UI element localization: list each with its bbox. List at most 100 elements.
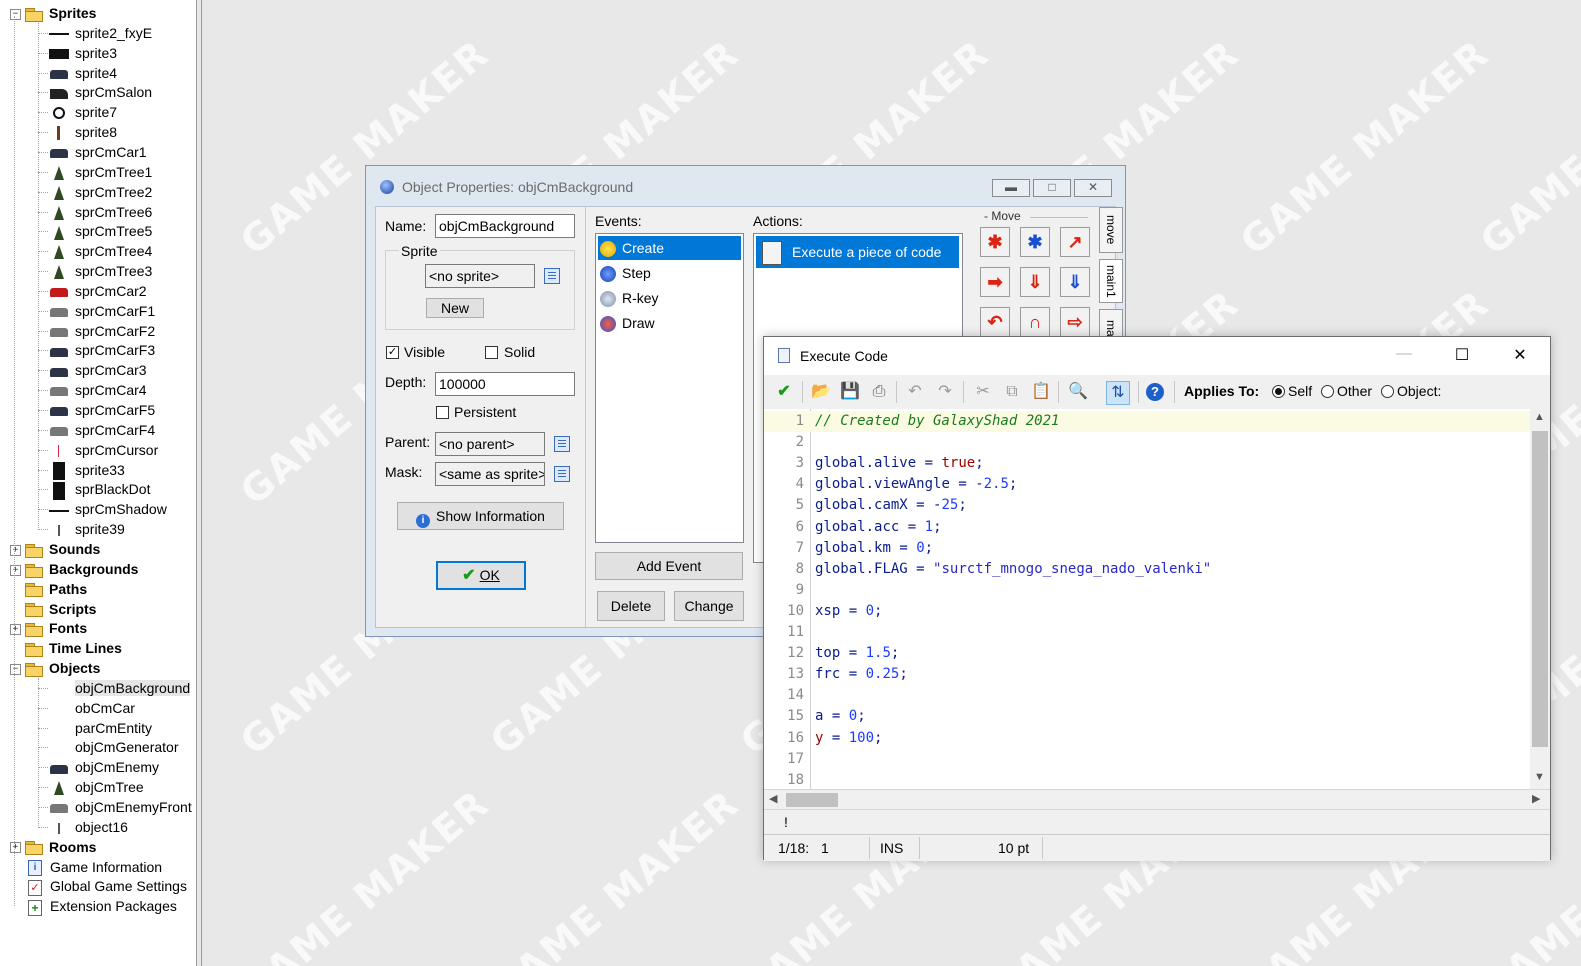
code-line[interactable]: 1 // Created by GalaxyShad 2021 [764,411,1530,432]
object-item[interactable]: object16 [48,817,128,837]
copy-icon[interactable]: ⧉ [1001,381,1023,403]
code-line[interactable]: 18 [764,770,1530,789]
code-window-titlebar[interactable]: Execute Code — ☐ ✕ [764,337,1550,375]
code-line[interactable]: 3 global.alive = true; [764,453,1530,474]
sprite-item[interactable]: sprCmCarF2 [48,321,155,341]
close-icon[interactable]: ✕ [1500,345,1540,365]
sprite-item[interactable]: sprBlackDot [48,479,150,500]
sprite-item[interactable]: sprCmTree1 [48,162,152,182]
change-event-button[interactable]: Change [674,591,744,621]
sprite-item[interactable]: sprCmTree4 [48,241,152,261]
reverse-horizontal-icon[interactable]: ↶ [980,307,1010,337]
sprite-item[interactable]: sprite7 [48,102,117,122]
sprite-item[interactable]: sprCmCarF5 [48,400,155,420]
other-radio[interactable] [1321,385,1334,398]
expand-toggle-icon[interactable]: + [10,842,21,854]
action-item[interactable]: Execute a piece of code [756,236,959,268]
speed-vertical-icon[interactable]: ⇓ [1020,267,1050,297]
folder-rooms[interactable]: + Rooms [10,837,96,857]
apply-checkmark-icon[interactable]: ✔ [773,381,795,403]
scroll-up-icon[interactable]: ▲ [1534,411,1545,423]
sprite-item[interactable]: sprCmCar4 [48,380,147,400]
sprite-item[interactable]: sprite8 [48,122,117,142]
sprite-item[interactable]: sprCmCarF4 [48,420,155,440]
move-free-icon[interactable]: ✱ [1020,227,1050,257]
save-icon[interactable]: 💾 [839,381,861,403]
help-icon[interactable]: ? [1146,383,1164,401]
mask-select[interactable]: <same as sprite> [435,462,545,486]
events-list[interactable]: Create Step R-key Draw [595,233,744,543]
sprite-select[interactable]: <no sprite> [425,264,535,288]
horizontal-scrollbar[interactable]: ◀ ▶ [764,789,1550,810]
event-create[interactable]: Create [598,236,741,260]
code-line[interactable]: 5 global.camX = -25; [764,495,1530,516]
folder-sounds[interactable]: + Sounds [10,539,100,559]
object-window-titlebar[interactable]: Object Properties: objCmBackground ▬ □ ✕ [366,166,1125,208]
move-fixed-icon[interactable]: ✱ [980,227,1010,257]
parent-select[interactable]: <no parent> [435,432,545,456]
sprite-item[interactable]: sprCmShadow [48,499,167,519]
color-coding-icon[interactable]: ⇅ [1106,381,1130,405]
folder-sprites[interactable]: − Sprites [10,3,96,23]
gravity-icon[interactable]: ⇓ [1060,267,1090,297]
sprite-item[interactable]: sprCmCar3 [48,360,147,380]
show-information-button[interactable]: i Show Information [397,502,564,530]
folder-paths[interactable]: Paths [10,579,87,599]
sprite-item[interactable]: sprCmTree6 [48,202,152,222]
move-towards-icon[interactable]: ↗ [1060,227,1090,257]
code-line[interactable]: 17 [764,749,1530,770]
expand-toggle-icon[interactable]: + [10,544,21,556]
scroll-down-icon[interactable]: ▼ [1534,771,1545,783]
sprite-item[interactable]: sprite33 [48,460,125,480]
vertical-scroll-thumb[interactable] [1532,431,1548,747]
visible-checkbox[interactable]: ✓ [386,346,399,359]
code-line[interactable]: 15 a = 0; [764,706,1530,727]
code-line[interactable]: 9 [764,580,1530,601]
object-item[interactable]: objCmGenerator [48,737,179,757]
sprite-item[interactable]: sprCmCar2 [48,281,147,301]
folder-backgrounds[interactable]: + Backgrounds [10,559,138,579]
code-line[interactable]: 4 global.viewAngle = -2.5; [764,474,1530,495]
code-editor[interactable]: 1 // Created by GalaxyShad 2021 2 3 global.a… [764,409,1530,789]
expand-toggle-icon[interactable]: − [10,663,21,675]
sprite-item[interactable]: sprite39 [48,519,125,539]
applies-other-option[interactable]: Other [1321,383,1372,399]
code-line[interactable]: 14 [764,685,1530,706]
self-radio[interactable] [1272,385,1285,398]
folder-scripts[interactable]: Scripts [10,599,96,619]
reverse-vertical-icon[interactable]: ∩ [1020,307,1050,337]
sprite-item[interactable]: sprCmCursor [48,440,158,460]
object-item[interactable]: objCmTree [48,777,144,797]
mask-menu-icon[interactable] [554,466,570,482]
applies-object-option[interactable]: Object: [1381,383,1441,399]
print-icon[interactable]: ⎙ [868,381,890,403]
object-item[interactable]: obCmCar [48,698,135,718]
object-item[interactable]: objCmEnemyFront [48,797,192,817]
folder-objects[interactable]: − Objects [10,658,100,678]
persistent-checkbox[interactable] [436,406,449,419]
sprite-item[interactable]: sprite3 [48,43,117,63]
global-game-settings[interactable]: ✓ Global Game Settings [28,876,187,896]
horizontal-scroll-thumb[interactable] [786,793,838,807]
folder-fonts[interactable]: + Fonts [10,618,87,638]
ok-button[interactable]: ✔ OK [436,561,526,590]
sprite-item[interactable]: sprCmTree2 [48,182,152,202]
code-line[interactable]: 13 frc = 0.25; [764,664,1530,685]
expand-toggle-icon[interactable]: + [10,564,21,576]
expand-toggle-icon[interactable]: + [10,624,21,636]
tab-move[interactable]: move [1099,207,1123,253]
game-information[interactable]: i Game Information [28,857,162,877]
friction-icon[interactable]: ⇨ [1060,307,1090,337]
object-item[interactable]: parCmEntity [48,718,152,738]
code-line[interactable]: 10 xsp = 0; [764,601,1530,622]
event-rkey[interactable]: R-key [598,286,741,310]
sprite-item[interactable]: sprCmSalon [48,82,152,102]
open-folder-icon[interactable]: 📂 [810,381,832,403]
sprite-item[interactable]: sprCmCarF3 [48,340,155,360]
sprite-item[interactable]: sprCmCarF1 [48,301,155,321]
code-line[interactable]: 16 y = 100; [764,728,1530,749]
undo-icon[interactable]: ↶ [904,381,926,403]
sprite-item[interactable]: sprCmCar1 [48,142,147,162]
object-item[interactable]: objCmBackground [48,678,191,698]
speed-horizontal-icon[interactable]: ➡ [980,267,1010,297]
